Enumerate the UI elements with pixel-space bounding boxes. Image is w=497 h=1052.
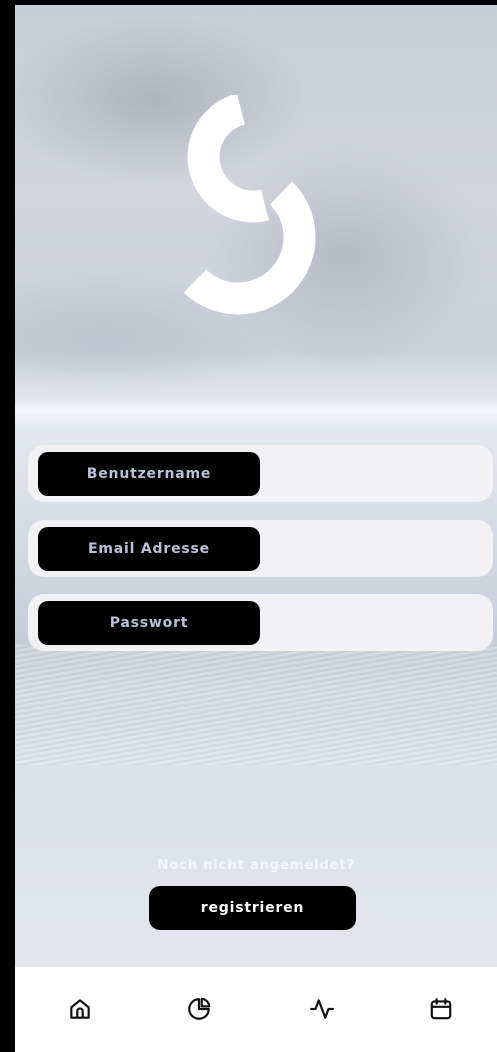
nav-home[interactable] <box>60 989 100 1029</box>
password-input[interactable] <box>268 602 483 644</box>
g-logo-icon <box>183 95 316 315</box>
nav-statistics[interactable] <box>179 989 219 1029</box>
calendar-icon <box>430 998 452 1020</box>
nav-activity[interactable] <box>302 989 342 1029</box>
email-field[interactable]: Email Adresse <box>28 520 493 577</box>
username-field[interactable]: Benutzername <box>28 445 493 502</box>
bottom-navigation <box>15 967 497 1052</box>
nav-calendar[interactable] <box>421 989 461 1029</box>
app-screen: Benutzername Email Adresse Passwort Noch… <box>15 5 497 1052</box>
email-label: Email Adresse <box>38 527 260 571</box>
home-icon <box>70 999 90 1019</box>
email-input[interactable] <box>268 528 483 570</box>
username-input[interactable] <box>268 453 483 495</box>
password-label: Passwort <box>38 601 260 645</box>
username-label: Benutzername <box>38 452 260 496</box>
snow-texture <box>15 645 497 765</box>
password-field[interactable]: Passwort <box>28 594 493 651</box>
pie-chart-icon <box>188 997 211 1020</box>
signup-prompt: Noch nicht angemeldet? <box>157 857 355 873</box>
activity-icon <box>310 999 334 1019</box>
register-button[interactable]: registrieren <box>149 886 356 930</box>
snow-ridge <box>15 399 497 427</box>
